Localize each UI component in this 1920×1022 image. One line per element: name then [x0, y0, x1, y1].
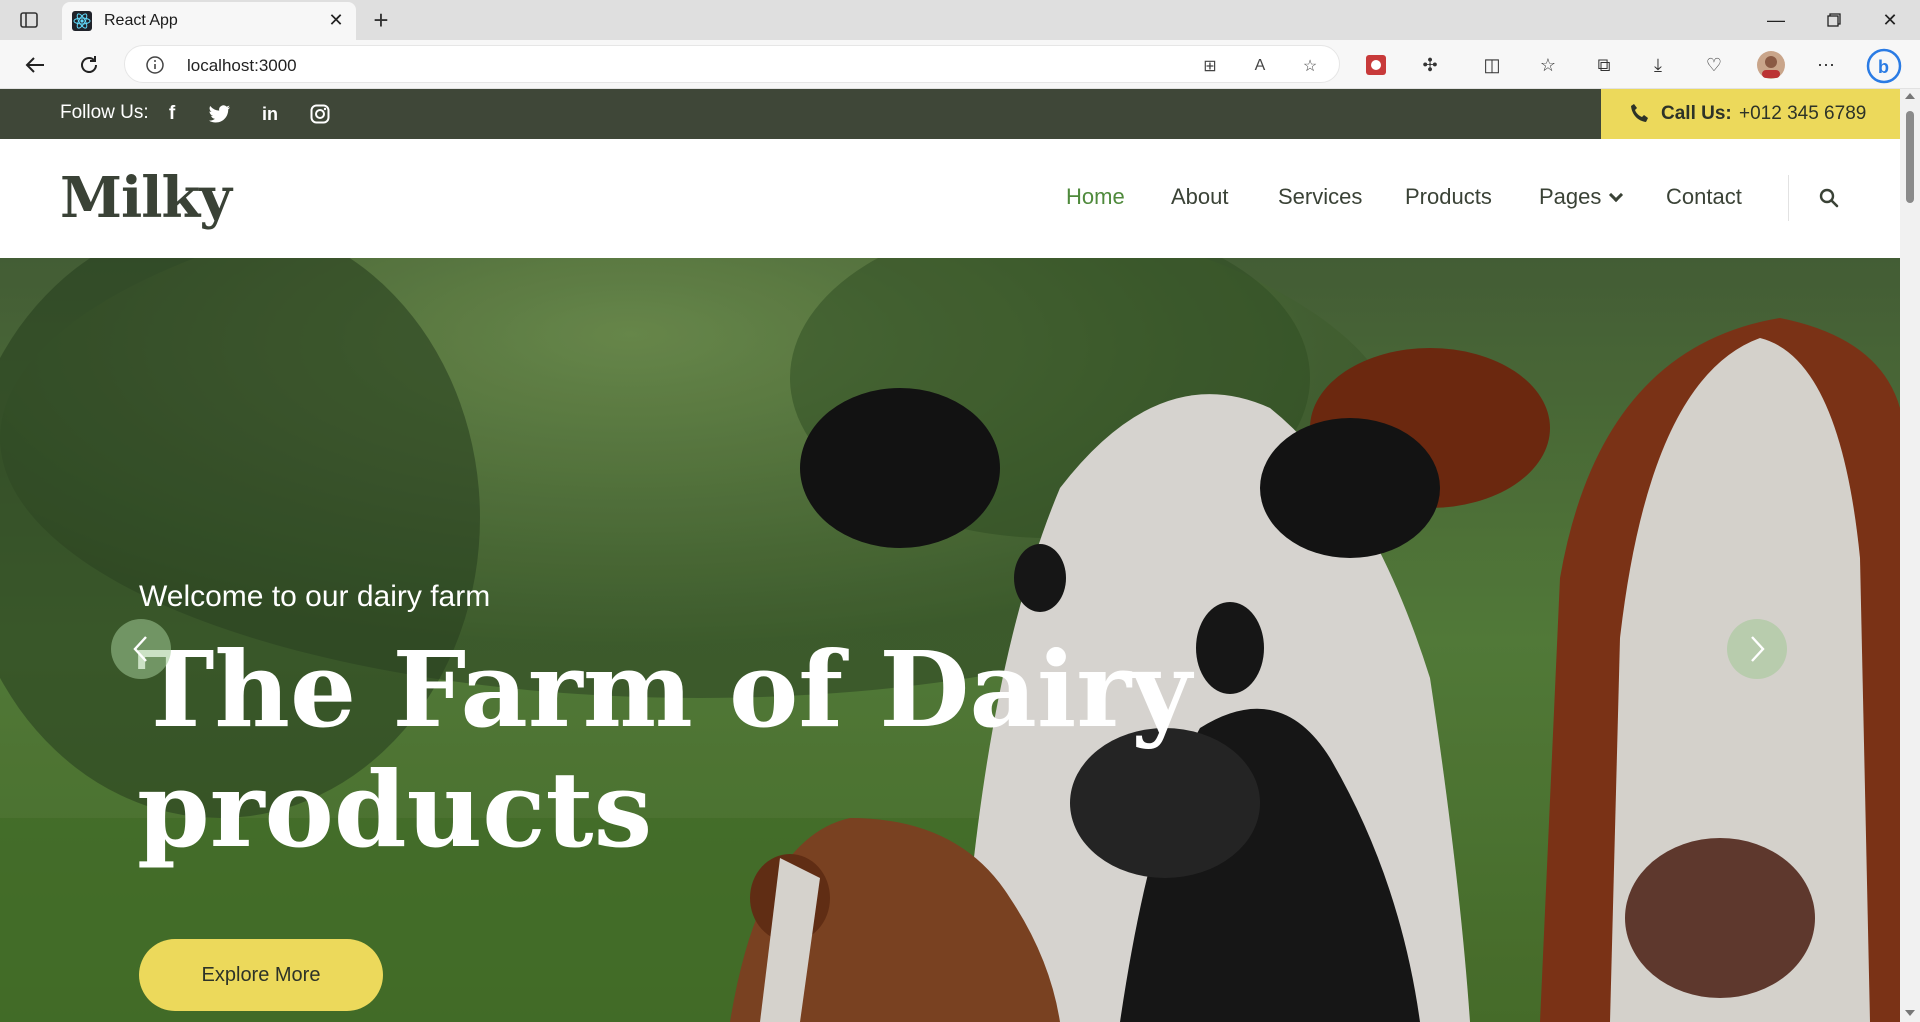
favorites-icon[interactable]: ☆ [1536, 53, 1560, 77]
bing-copilot-icon[interactable]: b [1866, 48, 1902, 84]
call-number: +012 345 6789 [1739, 103, 1867, 124]
scroll-thumb[interactable] [1906, 111, 1914, 203]
nav-pages-label: Pages [1539, 184, 1602, 209]
more-icon[interactable]: ⋯ [1814, 53, 1838, 77]
nav-services[interactable]: Services [1278, 184, 1362, 210]
explore-more-button[interactable]: Explore More [139, 939, 383, 1011]
nav-products[interactable]: Products [1405, 184, 1492, 210]
minimize-icon[interactable]: — [1756, 6, 1796, 34]
refresh-icon[interactable] [76, 52, 102, 78]
call-us-box[interactable]: Call Us: +012 345 6789 [1601, 89, 1900, 139]
call-label: Call Us: [1661, 103, 1732, 124]
site-logo[interactable]: Milky [60, 165, 232, 231]
instagram-icon[interactable] [308, 102, 332, 126]
hero-carousel: Welcome to our dairy farm The Farm of Da… [0, 258, 1900, 1022]
info-icon[interactable] [145, 55, 165, 75]
restore-icon[interactable] [1814, 6, 1854, 34]
phone-icon [1629, 102, 1653, 126]
scroll-down-icon[interactable] [1905, 1010, 1915, 1016]
webpage: Follow Us: f in Call Us: +012 345 6789 M… [0, 89, 1900, 1022]
nav-home[interactable]: Home [1066, 184, 1125, 210]
url-text: localhost:3000 [187, 56, 297, 75]
scroll-up-icon[interactable] [1905, 93, 1915, 99]
svg-text:b: b [1878, 57, 1889, 77]
facebook-icon[interactable]: f [160, 102, 184, 126]
hero-subtitle: Welcome to our dairy farm [139, 580, 491, 613]
profile-avatar[interactable] [1756, 50, 1786, 80]
browser-essentials-icon[interactable]: ♡ [1702, 53, 1726, 77]
close-icon[interactable]: ✕ [326, 10, 346, 30]
top-info-bar: Follow Us: f in Call Us: +012 345 6789 [0, 89, 1900, 139]
search-icon[interactable] [1818, 187, 1842, 211]
browser-tab-strip: React App ✕ + — ✕ [0, 0, 1920, 40]
puzzle-icon[interactable]: ✣ [1418, 53, 1442, 77]
main-navbar: Milky Home About Services Products Pages… [0, 139, 1900, 258]
split-screen-icon[interactable]: ◫ [1480, 53, 1504, 77]
url-field[interactable]: localhost:3000 ⊞ A ☆ [124, 45, 1340, 83]
hero-title-line2: products [137, 748, 653, 871]
browser-tab[interactable]: React App ✕ [62, 2, 356, 40]
downloads-icon[interactable]: ⤓ [1646, 53, 1670, 77]
window-close-icon[interactable]: ✕ [1870, 6, 1910, 34]
twitter-icon[interactable] [208, 102, 232, 126]
address-bar: localhost:3000 ⊞ A ☆ ✣ ◫ ☆ ⧉ ⤓ ♡ ⋯ b [0, 40, 1920, 89]
sidebar-icon[interactable] [18, 10, 40, 30]
carousel-next-button[interactable] [1727, 619, 1787, 679]
plus-icon[interactable]: + [368, 7, 394, 34]
linkedin-icon[interactable]: in [258, 102, 282, 126]
nav-about[interactable]: About [1171, 184, 1229, 210]
tab-title: React App [104, 12, 178, 29]
nav-contact[interactable]: Contact [1666, 184, 1742, 210]
chevron-down-icon [1609, 187, 1624, 203]
read-aloud-icon[interactable]: A [1249, 55, 1271, 77]
app-icon[interactable]: ⊞ [1199, 55, 1221, 77]
chevron-right-icon [1751, 636, 1765, 662]
react-favicon [72, 11, 92, 31]
carousel-prev-button[interactable] [111, 619, 171, 679]
nav-divider [1788, 175, 1789, 221]
extension-icon[interactable] [1364, 53, 1388, 77]
nav-pages-dropdown[interactable]: Pages [1539, 184, 1624, 210]
chevron-left-icon [133, 636, 147, 662]
follow-label: Follow Us: [60, 102, 149, 123]
favorite-star-icon[interactable]: ☆ [1299, 55, 1321, 77]
page-scrollbar[interactable] [1900, 89, 1920, 1022]
back-icon[interactable] [22, 52, 48, 78]
hero-title: The Farm of Dairy products [137, 630, 1237, 870]
collections-icon[interactable]: ⧉ [1592, 53, 1616, 77]
hero-title-line1: The Farm of Dairy [137, 628, 1192, 751]
